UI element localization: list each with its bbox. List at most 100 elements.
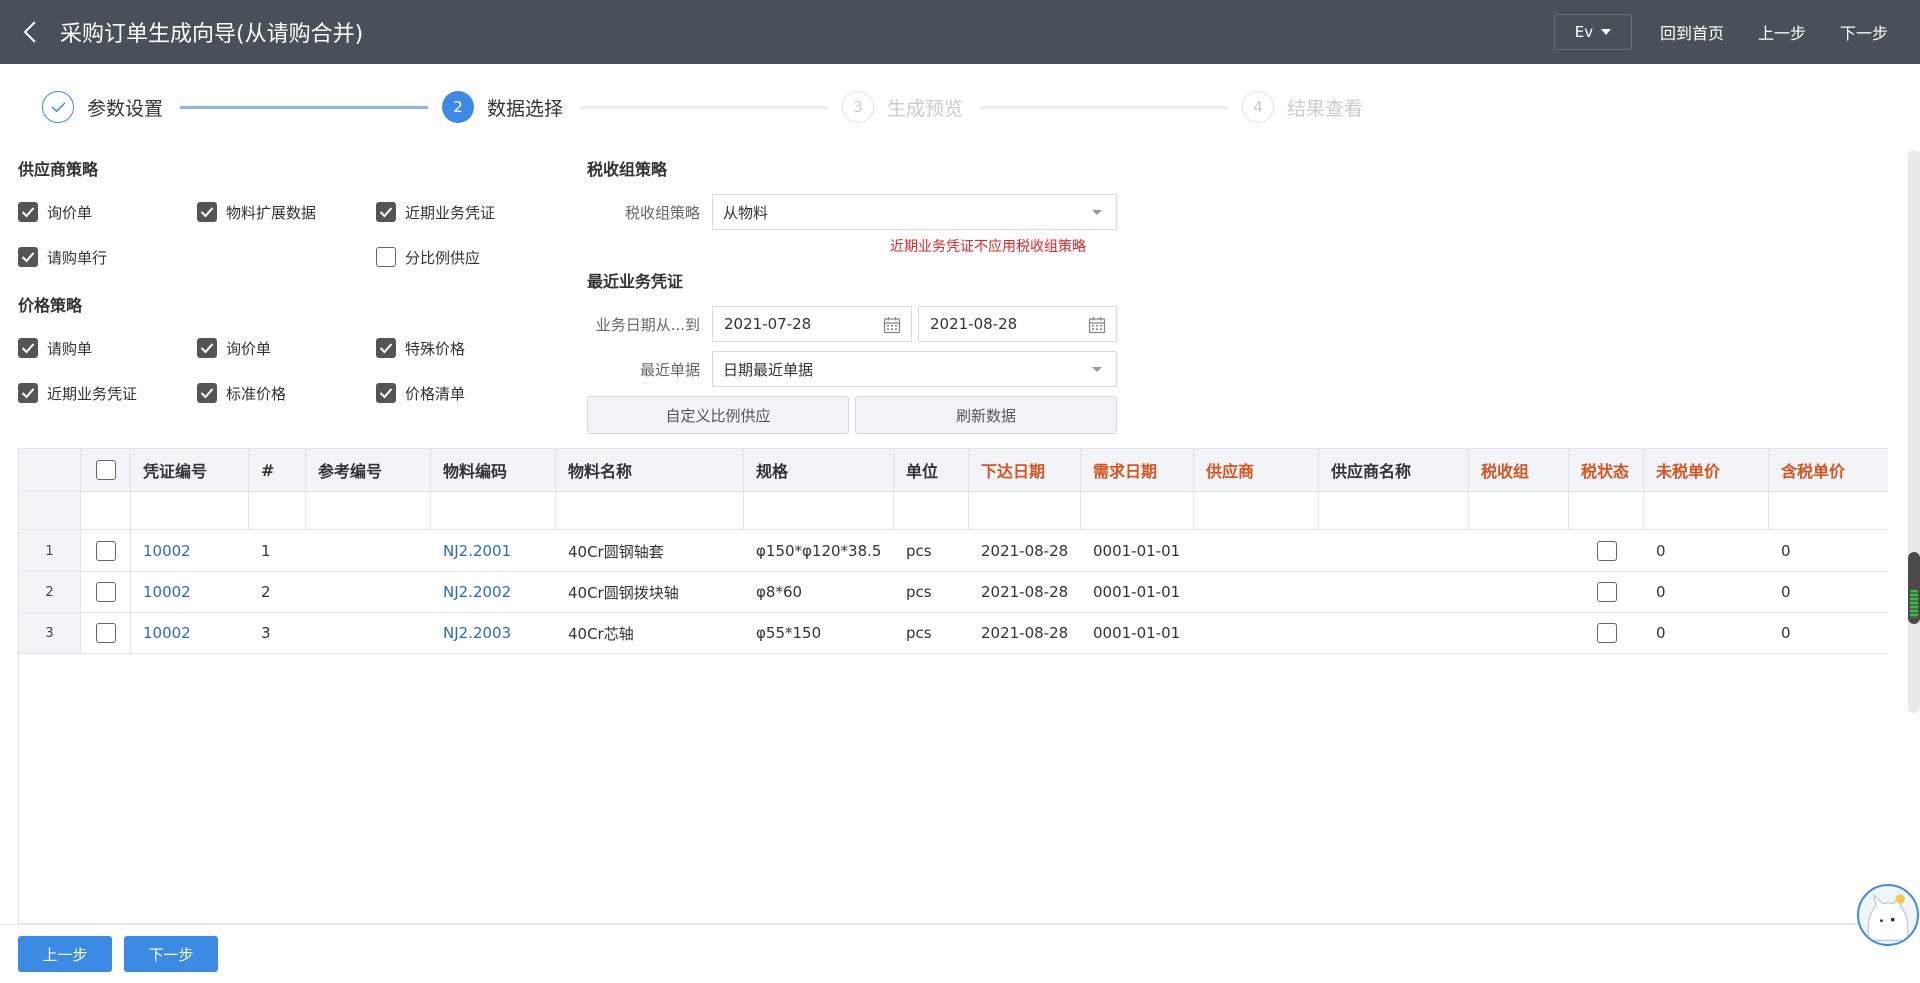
checkbox-checked-icon: [18, 338, 38, 358]
refresh-data-button[interactable]: 刷新数据: [855, 396, 1117, 434]
col-ref[interactable]: 参考编号: [306, 449, 431, 491]
col-spec[interactable]: 规格: [744, 449, 894, 491]
supplier-cell[interactable]: [1194, 531, 1319, 571]
vertical-scrollbar-track[interactable]: [1908, 150, 1920, 713]
col-net-price[interactable]: 未税单价: [1644, 449, 1769, 491]
date-from-input[interactable]: 2021-07-28: [712, 306, 912, 342]
tax-status-checkbox[interactable]: [1569, 531, 1644, 571]
step-preview[interactable]: 3 生成预览: [842, 90, 963, 124]
doc-no-link[interactable]: 10002: [131, 572, 249, 612]
filter-cell[interactable]: [1081, 492, 1194, 529]
footer-next-button[interactable]: 下一步: [124, 936, 218, 972]
filter-cell[interactable]: [1194, 492, 1319, 529]
ev-dropdown[interactable]: Ev: [1553, 14, 1632, 50]
filter-cell[interactable]: [556, 492, 744, 529]
material-code-link[interactable]: NJ2.2002: [431, 572, 556, 612]
tax-strategy-title: 税收组策略: [587, 160, 668, 179]
row-checkbox[interactable]: [81, 531, 131, 571]
supplier-material-ext-checkbox[interactable]: 物料扩展数据: [197, 200, 316, 224]
date-to-input[interactable]: 2021-08-28: [918, 306, 1117, 342]
step-result[interactable]: 4 结果查看: [1242, 90, 1363, 124]
material-code-link[interactable]: NJ2.2001: [431, 531, 556, 571]
col-supplier[interactable]: 供应商: [1194, 449, 1319, 491]
checkbox-unchecked-icon: [376, 247, 396, 267]
col-issue-date[interactable]: 下达日期: [969, 449, 1081, 491]
col-line[interactable]: #: [249, 449, 306, 491]
select-all-checkbox[interactable]: [81, 449, 131, 491]
filter-cell[interactable]: [894, 492, 969, 529]
supplier-ratio-checkbox[interactable]: 分比例供应: [376, 245, 480, 269]
price-special-checkbox[interactable]: 特殊价格: [376, 336, 465, 360]
checkbox-checked-icon: [197, 383, 217, 403]
filter-cell[interactable]: [81, 492, 131, 529]
filter-cell[interactable]: [744, 492, 894, 529]
price-list-checkbox[interactable]: 价格清单: [376, 381, 465, 405]
table-row[interactable]: 2 10002 2 NJ2.2002 40Cr圆钢拨块轴 φ8*60 pcs 2…: [19, 572, 1888, 613]
col-supplier-name[interactable]: 供应商名称: [1319, 449, 1469, 491]
col-unit[interactable]: 单位: [894, 449, 969, 491]
header-prev-step[interactable]: 上一步: [1758, 20, 1806, 44]
doc-no-link[interactable]: 10002: [131, 613, 249, 653]
check-icon: [42, 91, 74, 123]
row-checkbox[interactable]: [81, 572, 131, 612]
step-params[interactable]: 参数设置: [42, 90, 163, 124]
net-price-cell[interactable]: 0: [1644, 613, 1769, 653]
net-price-cell[interactable]: 0: [1644, 531, 1769, 571]
price-recent-docs-checkbox[interactable]: 近期业务凭证: [18, 381, 137, 405]
col-doc-no[interactable]: 凭证编号: [131, 449, 249, 491]
custom-ratio-button[interactable]: 自定义比例供应: [587, 396, 849, 434]
gross-price-cell[interactable]: 0: [1769, 572, 1888, 612]
supplier-cell[interactable]: [1194, 613, 1319, 653]
gross-price-cell[interactable]: 0: [1769, 531, 1888, 571]
checkbox-label: 分比例供应: [405, 248, 481, 267]
tax-status-checkbox[interactable]: [1569, 613, 1644, 653]
filter-cell[interactable]: [1469, 492, 1569, 529]
filter-cell[interactable]: [1644, 492, 1769, 529]
header-next-step[interactable]: 下一步: [1840, 20, 1888, 44]
col-tax-group[interactable]: 税收组: [1469, 449, 1569, 491]
gross-price-cell[interactable]: 0: [1769, 613, 1888, 653]
table-row[interactable]: 3 10002 3 NJ2.2003 40Cr芯轴 φ55*150 pcs 20…: [19, 613, 1888, 654]
tax-status-checkbox[interactable]: [1569, 572, 1644, 612]
col-gross-price[interactable]: 含税单价: [1769, 449, 1888, 491]
doc-no-link[interactable]: 10002: [131, 531, 249, 571]
home-link[interactable]: 回到首页: [1660, 20, 1724, 44]
col-demand-date[interactable]: 需求日期: [1081, 449, 1194, 491]
filter-cell[interactable]: [1769, 492, 1888, 529]
footer-prev-button[interactable]: 上一步: [18, 936, 112, 972]
material-code-link[interactable]: NJ2.2003: [431, 613, 556, 653]
issue-date-cell: 2021-08-28: [981, 583, 1069, 601]
tax-strategy-select[interactable]: 从物料: [712, 194, 1117, 230]
col-material-name[interactable]: 物料名称: [556, 449, 744, 491]
assistant-avatar[interactable]: [1857, 884, 1919, 946]
filter-cell[interactable]: [1569, 492, 1644, 529]
back-button[interactable]: [0, 0, 60, 64]
filter-cell[interactable]: [306, 492, 431, 529]
caret-down-icon: [1092, 210, 1102, 215]
filter-cell[interactable]: [969, 492, 1081, 529]
step-data-select[interactable]: 2 数据选择: [442, 90, 563, 124]
supplier-recent-docs-checkbox[interactable]: 近期业务凭证: [376, 200, 495, 224]
col-tax-status[interactable]: 税状态: [1569, 449, 1644, 491]
col-material-code[interactable]: 物料编码: [431, 449, 556, 491]
filter-cell[interactable]: [431, 492, 556, 529]
filter-cell[interactable]: [1319, 492, 1469, 529]
price-requisition-checkbox[interactable]: 请购单: [18, 336, 92, 360]
net-price-cell[interactable]: 0: [1644, 572, 1769, 612]
checkbox-checked-icon: [376, 383, 396, 403]
row-checkbox[interactable]: [81, 613, 131, 653]
supplier-cell[interactable]: [1194, 572, 1319, 612]
filter-cell[interactable]: [131, 492, 249, 529]
price-rfq-checkbox[interactable]: 询价单: [197, 336, 271, 360]
supplier-requisition-line-checkbox[interactable]: 请购单行: [18, 245, 107, 269]
tax-group-cell[interactable]: [1469, 613, 1569, 653]
price-standard-checkbox[interactable]: 标准价格: [197, 381, 286, 405]
table-row[interactable]: 1 10002 1 NJ2.2001 40Cr圆钢轴套 φ150*φ120*38…: [19, 531, 1888, 572]
step-connector: [580, 106, 828, 109]
tax-group-cell[interactable]: [1469, 572, 1569, 612]
supplier-rfq-checkbox[interactable]: 询价单: [18, 200, 92, 224]
latest-doc-select[interactable]: 日期最近单据: [712, 351, 1117, 387]
tax-group-cell[interactable]: [1469, 531, 1569, 571]
filter-cell[interactable]: [249, 492, 306, 529]
supplier-name-cell: [1319, 572, 1469, 612]
